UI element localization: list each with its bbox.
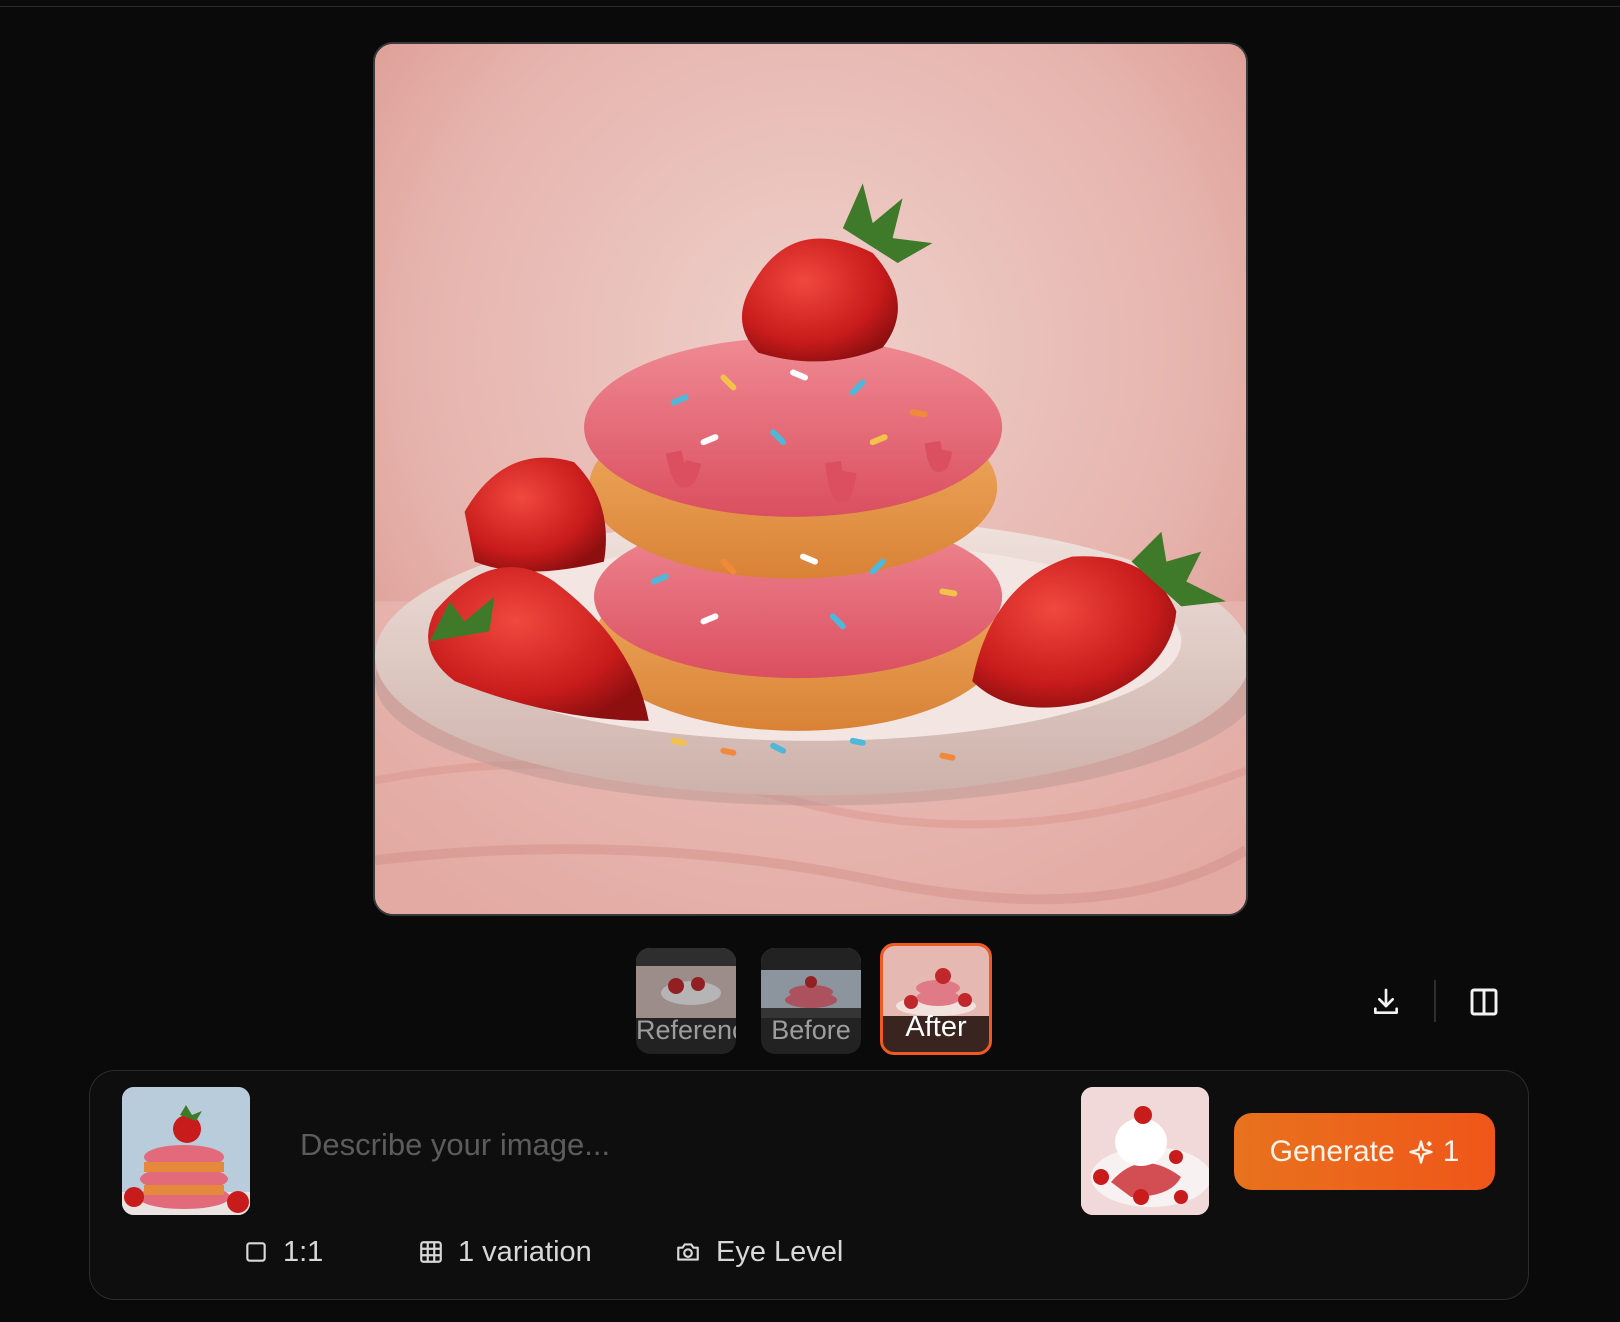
after-thumbnail-image: [883, 946, 989, 1016]
credit-cost: 1: [1407, 1134, 1460, 1169]
thumbnail-after-selected[interactable]: After: [880, 943, 992, 1055]
variation-count-label: 1 variation: [458, 1235, 592, 1268]
style-image: [1081, 1087, 1209, 1215]
variation-count-selector[interactable]: 1 variation: [418, 1232, 592, 1272]
camera-angle-selector[interactable]: Eye Level: [674, 1232, 843, 1272]
reference-image-upload[interactable]: [122, 1087, 250, 1215]
style-reference-image[interactable]: [1081, 1087, 1209, 1215]
download-button[interactable]: [1366, 982, 1406, 1022]
camera-angle-label: Eye Level: [716, 1235, 844, 1268]
sparkle-icon: [1409, 1139, 1433, 1164]
thumbnail-before-label: Before: [771, 1015, 851, 1045]
before-thumbnail-image: [761, 948, 861, 1018]
reference-image: [122, 1087, 250, 1215]
aspect-ratio-label: 1:1: [283, 1235, 324, 1268]
thumbnail-after-label: After: [905, 1011, 967, 1043]
generate-button[interactable]: Generate 1: [1234, 1113, 1495, 1190]
camera-icon: [677, 1243, 699, 1261]
generate-label: Generate: [1269, 1134, 1395, 1168]
reference-thumbnail-image: [636, 948, 736, 1018]
aspect-ratio-selector[interactable]: 1:1: [243, 1232, 323, 1272]
compare-columns-icon: [1470, 988, 1498, 1016]
toolbar-divider: [1434, 980, 1436, 1022]
compare-view-button[interactable]: [1464, 982, 1504, 1022]
top-border: [0, 0, 1620, 7]
download-icon: [1374, 988, 1398, 1014]
grid-icon: [420, 1241, 442, 1263]
thumbnail-before[interactable]: Before: [761, 948, 861, 1054]
generated-image[interactable]: [373, 42, 1248, 916]
prompt-input[interactable]: [300, 1120, 1040, 1170]
credit-count: 1: [1442, 1134, 1460, 1168]
thumbnail-reference-label: Reference: [636, 1015, 736, 1045]
square-icon: [246, 1242, 266, 1262]
thumbnail-reference[interactable]: Reference: [636, 948, 736, 1054]
